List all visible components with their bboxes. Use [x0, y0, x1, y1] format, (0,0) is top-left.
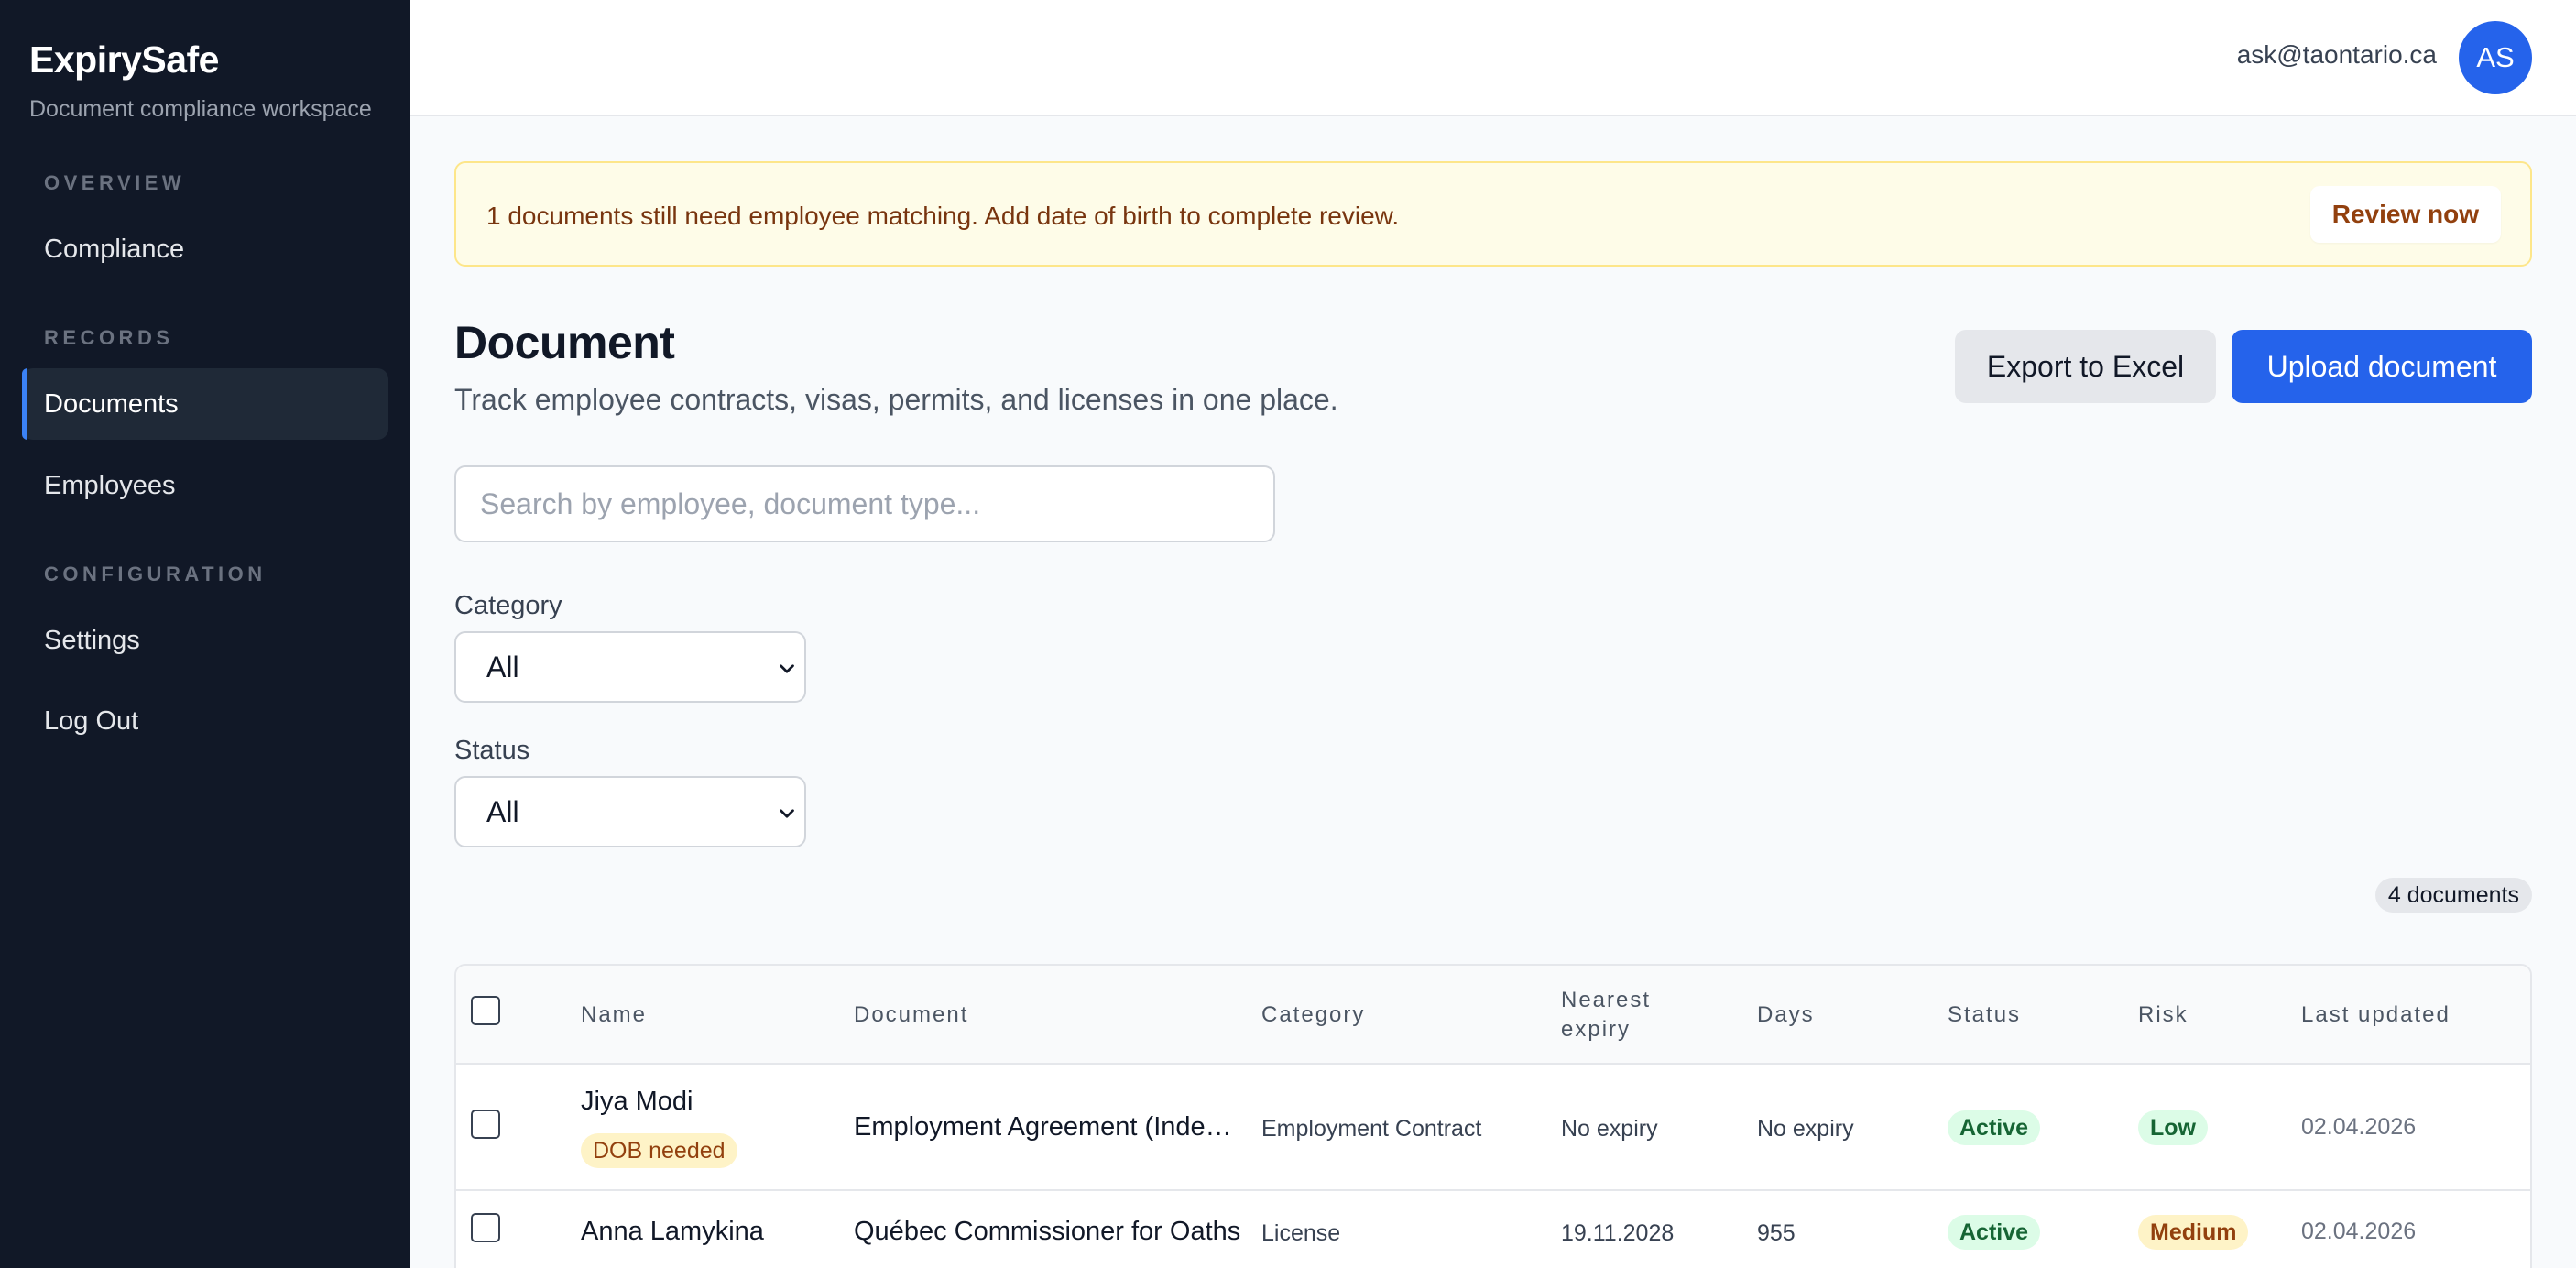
brand-name[interactable]: ExpirySafe	[29, 38, 219, 82]
column-header-days[interactable]: Days	[1757, 1000, 1815, 1030]
nearest-expiry: No expiry	[1561, 1116, 1658, 1142]
category-select[interactable]: All	[454, 631, 806, 703]
category-select-value: All	[486, 650, 519, 683]
employee-name[interactable]: Jiya Modi	[581, 1087, 693, 1117]
documents-table: Name Document Category Nearest expiry Da…	[454, 964, 2532, 1268]
chevron-down-icon	[780, 664, 794, 673]
nearest-expiry: 19.11.2028	[1561, 1220, 1675, 1246]
section-overview: OVERVIEW	[44, 171, 186, 194]
table-row[interactable]: Jiya Modi DOB needed Employment Agreemen…	[456, 1065, 2530, 1191]
sidebar-item-logout[interactable]: Log Out	[22, 685, 388, 757]
table-header: Name Document Category Nearest expiry Da…	[456, 966, 2530, 1065]
column-header-risk[interactable]: Risk	[2138, 1000, 2189, 1030]
select-all-checkbox[interactable]	[471, 996, 500, 1025]
banner-message: 1 documents still need employee matching…	[486, 202, 1400, 230]
last-updated: 02.04.2026	[2301, 1114, 2417, 1140]
page-title: Document	[454, 317, 675, 368]
document-name[interactable]: Employment Agreement (Independent Contra…	[854, 1112, 1246, 1142]
risk-badge: Low	[2138, 1110, 2208, 1145]
section-configuration: CONFIGURATION	[44, 563, 267, 585]
status-label: Status	[454, 736, 530, 765]
upload-document-button[interactable]: Upload document	[2232, 330, 2532, 403]
document-category: License	[1261, 1220, 1341, 1246]
days-remaining: No expiry	[1757, 1116, 1854, 1142]
days-remaining: 955	[1757, 1220, 1796, 1246]
column-header-nearest-expiry[interactable]: Nearest expiry	[1561, 986, 1662, 1044]
sidebar-item-employees[interactable]: Employees	[22, 450, 388, 521]
document-name[interactable]: Québec Commissioner for Oaths	[854, 1217, 1240, 1247]
sidebar-item-compliance[interactable]: Compliance	[22, 213, 388, 285]
matching-alert-banner: 1 documents still need employee matching…	[454, 161, 2532, 267]
row-checkbox[interactable]	[471, 1110, 500, 1139]
brand-tagline: Document compliance workspace	[29, 96, 372, 122]
avatar[interactable]: AS	[2459, 21, 2532, 94]
column-header-status[interactable]: Status	[1948, 1000, 2021, 1030]
user-email: ask@taontario.ca	[2236, 40, 2437, 69]
status-select[interactable]: All	[454, 776, 806, 847]
section-records: RECORDS	[44, 326, 174, 349]
status-badge: Active	[1948, 1215, 2041, 1250]
category-label: Category	[454, 591, 562, 620]
document-category: Employment Contract	[1261, 1116, 1482, 1142]
sidebar-item-settings[interactable]: Settings	[22, 605, 388, 676]
column-header-category[interactable]: Category	[1261, 1000, 1365, 1030]
review-now-button[interactable]: Review now	[2309, 186, 2501, 243]
dob-needed-badge: DOB needed	[581, 1133, 737, 1168]
employee-name[interactable]: Anna Lamykina	[581, 1217, 764, 1247]
risk-badge: Medium	[2138, 1215, 2249, 1250]
column-header-last-updated[interactable]: Last updated	[2301, 1000, 2450, 1030]
table-row[interactable]: Anna Lamykina Québec Commissioner for Oa…	[456, 1191, 2530, 1268]
document-count-badge: 4 documents	[2374, 878, 2532, 913]
column-header-document[interactable]: Document	[854, 1000, 968, 1030]
column-header-name[interactable]: Name	[581, 1000, 647, 1030]
last-updated: 02.04.2026	[2301, 1219, 2417, 1244]
chevron-down-icon	[780, 809, 794, 818]
export-excel-button[interactable]: Export to Excel	[1955, 330, 2216, 403]
page-subtitle: Track employee contracts, visas, permits…	[454, 383, 1338, 416]
sidebar: ExpirySafe Document compliance workspace…	[0, 0, 410, 1268]
row-checkbox[interactable]	[471, 1213, 500, 1242]
status-select-value: All	[486, 794, 519, 828]
status-badge: Active	[1948, 1110, 2041, 1145]
search-input[interactable]	[454, 465, 1275, 542]
top-bar: ask@taontario.ca AS	[410, 0, 2576, 116]
sidebar-item-documents[interactable]: Documents	[22, 368, 388, 440]
